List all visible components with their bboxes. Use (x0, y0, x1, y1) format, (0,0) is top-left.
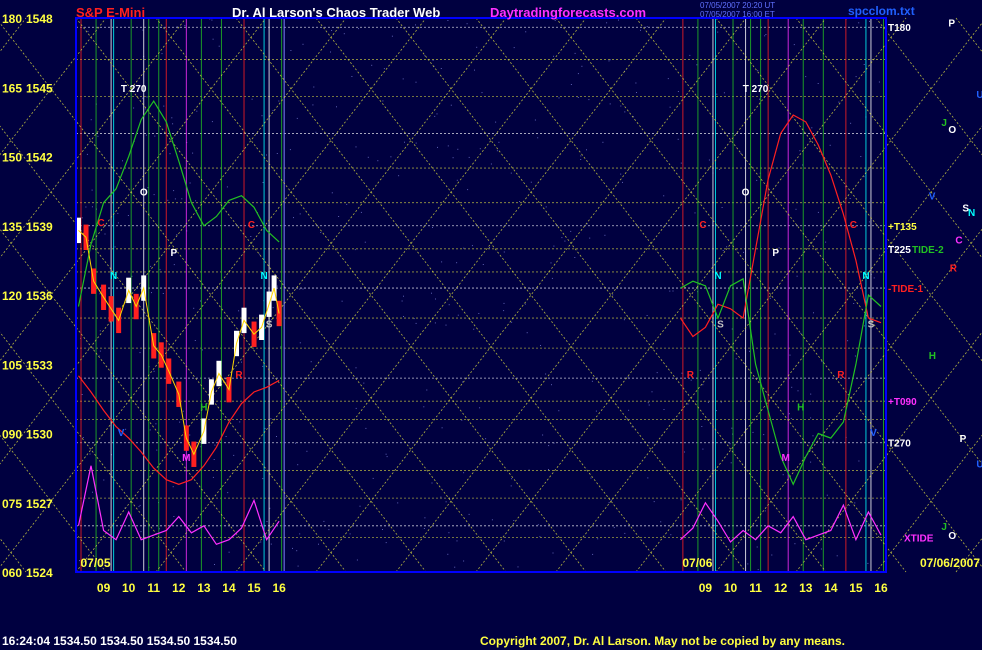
planet-glyph: R (950, 263, 958, 274)
chart-annotation: V (870, 428, 877, 439)
chart-annotation: M (782, 453, 790, 464)
y-tick-angle: 165 (2, 81, 22, 95)
chart-annotation: O (742, 188, 750, 199)
planet-glyph: N (968, 208, 975, 219)
x-tick-label: 11 (749, 581, 762, 595)
planet-glyph: H (929, 351, 936, 362)
x-tick-label: 11 (147, 581, 160, 595)
chart-annotation: S (266, 319, 273, 330)
y-tick-price: 1545 (26, 81, 53, 95)
chart-annotation: R (837, 370, 845, 381)
planet-glyph: C (955, 236, 962, 247)
chart-annotation: R (235, 370, 243, 381)
x-tick-label: 13 (197, 581, 211, 595)
chart-annotation: P (170, 248, 177, 259)
right-label: +T090 (888, 397, 917, 408)
chart-annotation: N (110, 271, 117, 282)
chart-annotation: N (260, 271, 267, 282)
y-tick-price: 1524 (26, 566, 53, 580)
planet-glyph: P (960, 434, 967, 445)
chart-annotation: C (248, 220, 255, 231)
y-tick-price: 1536 (26, 289, 53, 303)
plot-area (76, 18, 886, 572)
chart-annotation: S (868, 319, 875, 330)
right-label: TIDE-2 (912, 245, 944, 256)
timestamp-ut: 07/05/2007 20:20 UT (700, 1, 776, 10)
y-tick-angle: 135 (2, 220, 22, 234)
y-tick-angle: 075 (2, 497, 22, 511)
right-label: T270 (888, 439, 911, 450)
date-label: 07/06 (682, 556, 712, 570)
chaos-trader-chart: 180 1548 165 1545 150 1542 135 1539 120 1536 105 15… (0, 12, 982, 595)
x-tick-label: 13 (799, 581, 813, 595)
x-tick-label: 12 (774, 581, 788, 595)
planet-glyph: J (941, 522, 947, 533)
chart-annotation: H (797, 402, 804, 413)
y-tick-angle: 150 (2, 151, 22, 165)
chart-annotation: H (200, 402, 207, 413)
right-label: -TIDE-1 (888, 284, 923, 295)
right-label: +T135 (888, 222, 917, 233)
planet-glyph: V (929, 192, 936, 203)
x-tick-label: 14 (222, 581, 236, 595)
chart-title: Dr. Al Larson's Chaos Trader Web (232, 5, 441, 20)
y-tick-angle: 105 (2, 358, 22, 372)
planet-glyph: O (948, 125, 956, 136)
y-tick-price: 1548 (26, 12, 53, 26)
chart-annotation: C (850, 220, 857, 231)
planet-glyph: U (976, 460, 982, 471)
y-tick-angle: 090 (2, 428, 22, 442)
chart-annotation: T 270 (743, 84, 769, 95)
right-label: XTIDE (904, 533, 934, 544)
x-tick-label: 10 (122, 581, 136, 595)
chart-annotation: T 270 (121, 84, 147, 95)
chart-annotation: P (772, 248, 779, 259)
last-quote: 16:24:04 1534.50 1534.50 1534.50 1534.50 (2, 634, 237, 648)
chart-annotation: V (118, 428, 125, 439)
planet-glyph: P (948, 19, 955, 30)
x-tick-label: 09 (699, 581, 713, 595)
y-tick-angle: 180 (2, 12, 22, 26)
x-tick-label: 16 (874, 581, 888, 595)
chart-annotation: N (862, 271, 869, 282)
chart-annotation: S (717, 319, 724, 330)
x-tick-label: 12 (172, 581, 186, 595)
x-tick-label: 15 (247, 581, 261, 595)
x-tick-label: 14 (824, 581, 838, 595)
chart-annotation: C (699, 220, 706, 231)
right-label: T180 (888, 23, 911, 34)
y-tick-angle: 120 (2, 289, 22, 303)
chart-annotation: R (687, 370, 695, 381)
copyright-notice: Copyright 2007, Dr. Al Larson. May not b… (480, 634, 845, 648)
data-filename: spcclom.txt (848, 4, 915, 18)
y-tick-price: 1530 (26, 428, 53, 442)
y-tick-price: 1533 (26, 358, 53, 372)
y-tick-price: 1527 (26, 497, 53, 511)
date-label: 07/05 (81, 556, 111, 570)
right-label: T225 (888, 245, 911, 256)
date-label: 07/06/2007 (920, 556, 980, 570)
x-tick-label: 15 (849, 581, 863, 595)
x-tick-label: 10 (724, 581, 738, 595)
y-tick-price: 1542 (26, 151, 53, 165)
symbol-label: S&P E-Mini (76, 5, 146, 20)
chart-annotation: C (97, 218, 104, 229)
planet-glyph: O (948, 531, 956, 542)
chart-annotation: M (182, 453, 190, 464)
timestamp-et: 07/05/2007 16:00 ET (700, 10, 775, 19)
x-tick-label: 16 (272, 581, 286, 595)
x-tick-label: 09 (97, 581, 111, 595)
chart-annotation: N (714, 271, 721, 282)
planet-glyph: J (941, 118, 947, 129)
y-tick-angle: 060 (2, 566, 22, 580)
chart-annotation: O (140, 188, 148, 199)
site-link[interactable]: Daytradingforecasts.com (490, 5, 646, 20)
y-tick-price: 1539 (26, 220, 53, 234)
planet-glyph: U (976, 90, 982, 101)
